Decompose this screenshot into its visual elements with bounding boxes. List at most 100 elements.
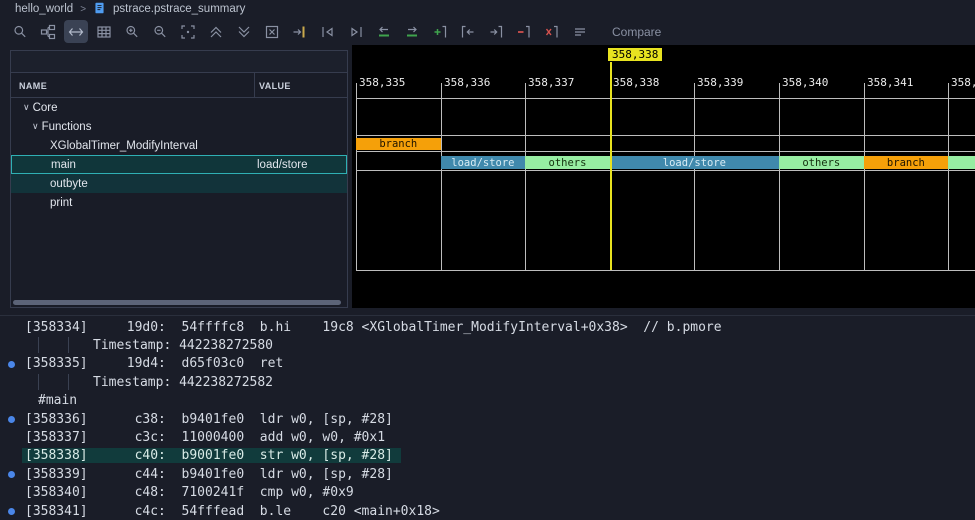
expand-all-icon[interactable]	[232, 20, 256, 43]
chevron-down-icon[interactable]: ∨	[23, 102, 30, 113]
grid-line-horizontal	[356, 98, 975, 99]
disasm-line[interactable]: [358338] c40: b9001fe0 str w0, [sp, #28]	[0, 447, 975, 465]
disasm-text: [358336] c38: b9401fe0 ldr w0, [sp, #28]	[25, 412, 393, 427]
tick-label: 358,339	[697, 76, 743, 89]
timestamp-text: Timestamp: 442238272582	[93, 375, 273, 390]
disasm-text: [358341] c4c: 54fffead b.le c20 <main+0x…	[25, 504, 440, 519]
breakpoint-dot-icon[interactable]	[8, 361, 15, 368]
cursor-line[interactable]	[610, 61, 612, 270]
tree-rows: ∨Core∨FunctionsXGlobalTimer_ModifyInterv…	[11, 98, 347, 307]
jump-prev-icon[interactable]	[372, 20, 396, 43]
tree-row-Functions[interactable]: ∨Functions	[11, 117, 347, 136]
cursor-label: 358,338	[607, 47, 663, 62]
tree-row-main[interactable]: main load/store	[11, 155, 347, 174]
breadcrumb-project[interactable]: hello_world	[15, 3, 73, 15]
breakpoint-dot-icon[interactable]	[8, 471, 15, 478]
compare-button[interactable]: Compare	[612, 25, 661, 39]
tick-label: 358,338	[613, 76, 659, 89]
marker-right-icon[interactable]	[484, 20, 508, 43]
timeline-chart[interactable]: 358,335358,336358,337358,338358,339358,3…	[352, 45, 975, 308]
tick-label: 358,341	[867, 76, 913, 89]
zoom-in-icon[interactable]	[120, 20, 144, 43]
tree-row-label: Core	[33, 102, 58, 114]
disasm-line[interactable]: [358340] c48: 7100241f cmp w0, #0x9	[0, 484, 975, 502]
breadcrumb: hello_world > pstrace.pstrace_summary	[0, 0, 975, 18]
disasm-line[interactable]: [358334] 19d0: 54ffffc8 b.hi 19c8 <XGlob…	[0, 318, 975, 336]
grid-line-horizontal	[356, 151, 975, 152]
disasm-line[interactable]: [358341] c4c: 54fffead b.le c20 <main+0x…	[0, 502, 975, 520]
tick-label: 358,337	[528, 76, 574, 89]
prev-marker-icon[interactable]	[316, 20, 340, 43]
horizontal-scrollbar[interactable]	[13, 300, 341, 305]
breadcrumb-file[interactable]: pstrace.pstrace_summary	[113, 3, 245, 15]
disassembly-panel: [358334] 19d0: 54ffffc8 b.hi 19c8 <XGlob…	[0, 315, 975, 518]
disasm-line[interactable]: [358335] 19d4: d65f03c0 ret	[0, 355, 975, 373]
tree-row-value: load/store	[257, 159, 308, 171]
goto-marker-icon[interactable]	[288, 20, 312, 43]
disasm-line[interactable]: [358337] c3c: 11000400 add w0, w0, #0x1	[0, 428, 975, 446]
disasm-line[interactable]: Timestamp: 442238272580	[0, 336, 975, 354]
chevron-down-icon[interactable]: ∨	[32, 121, 39, 132]
timeline-bar-others[interactable]: others	[779, 156, 864, 169]
disasm-text: [358335] 19d4: d65f03c0 ret	[25, 356, 283, 371]
timeline-bar-load_store[interactable]: load/store	[441, 156, 526, 169]
disasm-text: [358334] 19d0: 54ffffc8 b.hi 19c8 <XGlob…	[25, 320, 722, 335]
column-header-value: VALUE	[259, 81, 291, 91]
disasm-text: #main	[38, 393, 77, 408]
timeline-bar-branch[interactable]: branch	[864, 156, 949, 169]
jump-next-icon[interactable]	[400, 20, 424, 43]
expand-horizontal-icon[interactable]	[64, 20, 88, 43]
search-icon[interactable]	[8, 20, 32, 43]
hierarchy-icon[interactable]	[36, 20, 60, 43]
fit-screen-icon[interactable]	[176, 20, 200, 43]
timestamp-text: Timestamp: 442238272580	[93, 338, 273, 353]
tree-row-label: outbyte	[50, 178, 88, 190]
grid-line-vertical	[948, 83, 949, 270]
disasm-line[interactable]: [358339] c44: b9401fe0 ldr w0, [sp, #28]	[0, 465, 975, 483]
clear-box-icon[interactable]	[260, 20, 284, 43]
disasm-text: [358338] c40: b9001fe0 str w0, [sp, #28]	[22, 448, 401, 463]
grid-line-vertical	[694, 83, 695, 270]
add-marker-icon[interactable]	[428, 20, 452, 43]
next-marker-icon[interactable]	[344, 20, 368, 43]
collapse-all-icon[interactable]	[204, 20, 228, 43]
breakpoint-dot-icon[interactable]	[8, 508, 15, 515]
table-icon[interactable]	[92, 20, 116, 43]
zoom-out-icon[interactable]	[148, 20, 172, 43]
disasm-line[interactable]: Timestamp: 442238272582	[0, 373, 975, 391]
timeline-bar-load_store[interactable]: load/store	[610, 156, 779, 169]
timeline-bar-others[interactable]: others	[948, 156, 975, 169]
timeline-bar-others[interactable]: others	[525, 156, 610, 169]
grid-line-horizontal	[356, 270, 975, 271]
list-view-icon[interactable]	[568, 20, 592, 43]
function-tree-panel: NAME VALUE ∨Core∨FunctionsXGlobalTimer_M…	[10, 50, 348, 308]
breakpoint-dot-icon[interactable]	[8, 416, 15, 423]
remove-marker-icon[interactable]	[512, 20, 536, 43]
tree-row-outbyte[interactable]: outbyte	[11, 174, 347, 193]
tree-row-Core[interactable]: ∨Core	[11, 98, 347, 117]
grid-line-vertical	[779, 83, 780, 270]
tree-filter-box[interactable]	[11, 51, 347, 73]
indent-guide	[38, 337, 39, 352]
tree-row-XGlobalTimer_ModifyInterval[interactable]: XGlobalTimer_ModifyInterval	[11, 136, 347, 155]
disasm-line[interactable]: [358336] c38: b9401fe0 ldr w0, [sp, #28]	[0, 410, 975, 428]
marker-left-icon[interactable]	[456, 20, 480, 43]
tree-row-print[interactable]: print	[11, 193, 347, 212]
breadcrumb-separator-icon: >	[80, 4, 86, 15]
column-divider	[254, 73, 255, 97]
disasm-text: [358339] c44: b9401fe0 ldr w0, [sp, #28]	[25, 467, 393, 482]
grid-line-vertical	[356, 83, 357, 270]
disasm-line[interactable]: #main	[0, 392, 975, 410]
tick-label: 358,336	[444, 76, 490, 89]
indent-guide	[38, 374, 39, 389]
tree-row-label: XGlobalTimer_ModifyInterval	[50, 140, 198, 152]
grid-line-vertical	[525, 83, 526, 270]
tree-row-label: main	[51, 159, 76, 171]
grid-line-horizontal	[356, 135, 975, 136]
timeline-bar-branch[interactable]: branch	[356, 138, 441, 150]
delete-marker-icon[interactable]	[540, 20, 564, 43]
column-header-name: NAME	[19, 81, 47, 91]
indent-guide	[68, 337, 69, 352]
file-icon	[93, 1, 106, 18]
grid-line-vertical	[864, 83, 865, 270]
